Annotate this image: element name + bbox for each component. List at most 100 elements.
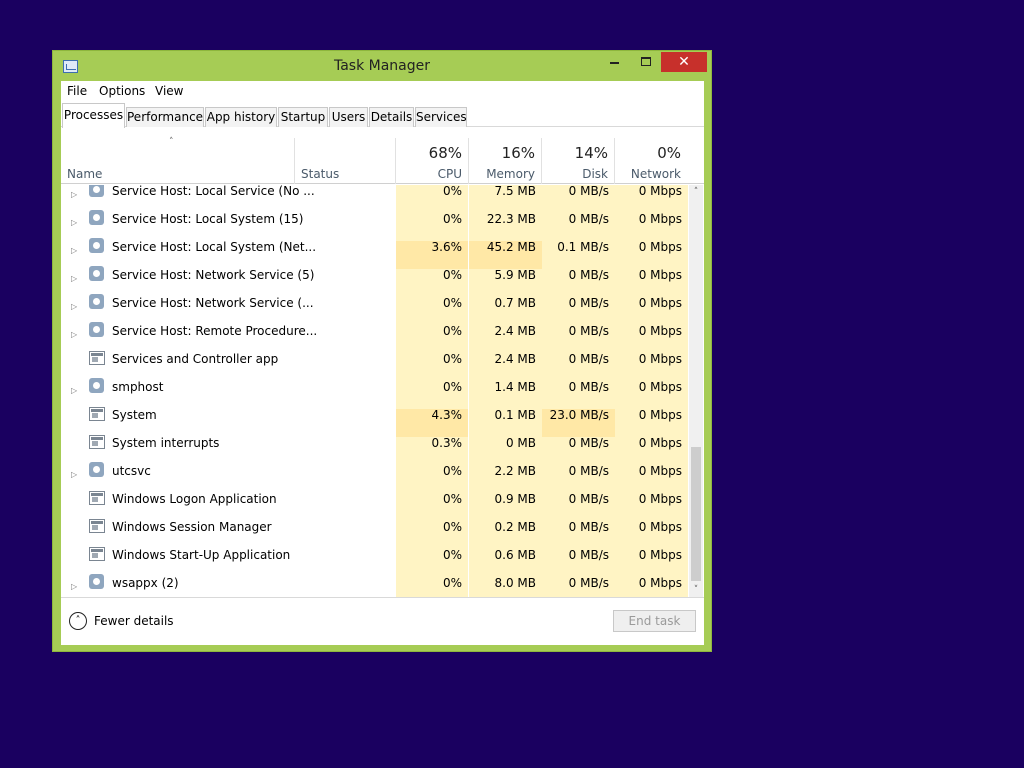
table-row[interactable]: Windows Session Manager 0% 0.2 MB 0 MB/s 0 M…: [61, 519, 688, 549]
process-name: Windows Start-Up Application: [112, 548, 291, 562]
cpu-value: 0%: [442, 548, 462, 562]
cpu-value: 0%: [442, 296, 462, 310]
table-row[interactable]: ▷ Service Host: Local System (Net... 3.6% 4…: [61, 238, 688, 269]
process-name: Service Host: Remote Procedure...: [112, 324, 318, 338]
disk-total[interactable]: 14%: [542, 144, 608, 162]
tab-processes[interactable]: Processes: [62, 103, 125, 128]
disk-value: 0 MB/s: [568, 324, 609, 338]
process-name: Windows Session Manager: [112, 520, 272, 534]
expand-arrow-icon[interactable]: ▷: [71, 385, 77, 397]
memory-cell: 45.2 MB: [469, 241, 542, 269]
table-row[interactable]: System interrupts 0.3% 0 MB 0 MB/s 0 Mbps: [61, 435, 688, 465]
process-name-cell: Windows Logon Application: [61, 491, 395, 521]
table-row[interactable]: ▷ utcsvc 0% 2.2 MB 0 MB/s 0 Mbps: [61, 462, 688, 493]
cpu-value: 0%: [442, 464, 462, 478]
process-name-cell: System: [61, 407, 395, 437]
table-row[interactable]: ▷ wsappx (2) 0% 8.0 MB 0 MB/s 0 Mbps: [61, 574, 688, 597]
expand-arrow-icon[interactable]: ▷: [71, 329, 77, 341]
network-cell: 0 Mbps: [615, 409, 688, 437]
vertical-scrollbar[interactable]: ˄ ˅: [689, 185, 703, 597]
expand-arrow-icon[interactable]: ▷: [71, 301, 77, 313]
expand-arrow-icon[interactable]: ▷: [71, 245, 77, 257]
cpu-cell: 0.3%: [396, 437, 468, 465]
memory-cell: 0.6 MB: [469, 549, 542, 577]
disk-cell: 0 MB/s: [542, 549, 615, 577]
memory-total[interactable]: 16%: [469, 144, 535, 162]
chevron-up-icon[interactable]: ˄: [69, 612, 87, 630]
menu-file[interactable]: File: [67, 84, 87, 98]
title-bar[interactable]: Task Manager ✕: [53, 51, 711, 81]
tab-users[interactable]: Users: [329, 107, 368, 127]
network-total[interactable]: 0%: [615, 144, 681, 162]
gear-icon: [89, 210, 104, 225]
cpu-value: 3.6%: [431, 240, 463, 254]
memory-cell: 2.4 MB: [469, 353, 542, 381]
tab-app-history[interactable]: App history: [205, 107, 277, 127]
process-list: ▷ Service Host: Local Service (No ... 0% 7.…: [61, 185, 688, 597]
menu-view[interactable]: View: [155, 84, 183, 98]
close-button[interactable]: ✕: [661, 52, 707, 72]
memory-value: 7.5 MB: [494, 185, 536, 198]
tab-performance[interactable]: Performance: [126, 107, 204, 127]
column-disk[interactable]: Disk: [542, 167, 608, 181]
network-cell: 0 Mbps: [615, 269, 688, 297]
menu-options[interactable]: Options: [99, 84, 145, 98]
table-row[interactable]: ▷ Service Host: Local Service (No ... 0% 7.…: [61, 185, 688, 213]
network-value: 0 Mbps: [638, 268, 682, 282]
disk-cell: 0 MB/s: [542, 493, 615, 521]
memory-value: 0 MB: [505, 436, 536, 450]
minimize-button[interactable]: [601, 52, 627, 72]
table-row[interactable]: System 4.3% 0.1 MB 23.0 MB/s 0 Mbps: [61, 407, 688, 437]
maximize-button[interactable]: [633, 52, 659, 72]
end-task-button[interactable]: End task: [613, 610, 696, 632]
column-cpu[interactable]: CPU: [396, 167, 462, 181]
column-memory[interactable]: Memory: [469, 167, 535, 181]
tab-details[interactable]: Details: [369, 107, 414, 127]
memory-cell: 0.9 MB: [469, 493, 542, 521]
scroll-thumb[interactable]: [691, 447, 701, 581]
table-row[interactable]: ▷ Service Host: Local System (15) 0% 22.3 M…: [61, 210, 688, 241]
expand-arrow-icon[interactable]: ▷: [71, 581, 77, 593]
disk-value: 0 MB/s: [568, 520, 609, 534]
memory-cell: 0.2 MB: [469, 521, 542, 549]
expand-arrow-icon[interactable]: ▷: [71, 189, 77, 201]
task-manager-window: Task Manager ✕ File Options View Process…: [52, 50, 712, 652]
gear-icon: [89, 266, 104, 281]
process-name: Service Host: Local Service (No ...: [112, 185, 315, 198]
table-row[interactable]: ▷ Service Host: Network Service (... 0% 0.7…: [61, 294, 688, 325]
app-window-icon: [89, 547, 105, 561]
expand-arrow-icon[interactable]: ▷: [71, 217, 77, 229]
expand-arrow-icon[interactable]: ▷: [71, 273, 77, 285]
table-row[interactable]: Services and Controller app 0% 2.4 MB 0 MB/…: [61, 351, 688, 381]
disk-value: 0 MB/s: [568, 492, 609, 506]
table-row[interactable]: ▷ Service Host: Remote Procedure... 0% 2.4 …: [61, 322, 688, 353]
process-name-cell: ▷ Service Host: Network Service (...: [61, 294, 395, 325]
process-name-cell: ▷ Service Host: Local Service (No ...: [61, 185, 395, 213]
process-name: Services and Controller app: [112, 352, 279, 366]
memory-value: 0.9 MB: [494, 492, 536, 506]
fewer-details-link[interactable]: Fewer details: [94, 614, 174, 628]
table-row[interactable]: ▷ smphost 0% 1.4 MB 0 MB/s 0 Mbps: [61, 378, 688, 409]
cpu-value: 0%: [442, 576, 462, 590]
table-row[interactable]: Windows Start-Up Application 0% 0.6 MB 0 MB…: [61, 547, 688, 577]
expand-arrow-icon[interactable]: ▷: [71, 469, 77, 481]
scroll-down-icon[interactable]: ˅: [689, 583, 703, 597]
scroll-up-icon[interactable]: ˄: [689, 185, 703, 199]
table-row[interactable]: ▷ Service Host: Network Service (5) 0% 5.9 …: [61, 266, 688, 297]
tab-services[interactable]: Services: [415, 107, 467, 127]
table-row[interactable]: Windows Logon Application 0% 0.9 MB 0 MB/s 0…: [61, 491, 688, 521]
network-cell: 0 Mbps: [615, 297, 688, 325]
network-value: 0 Mbps: [638, 548, 682, 562]
memory-value: 0.6 MB: [494, 548, 536, 562]
column-status[interactable]: Status: [301, 167, 339, 181]
column-name[interactable]: Name: [67, 167, 102, 181]
disk-value: 0 MB/s: [568, 212, 609, 226]
column-network[interactable]: Network: [615, 167, 681, 181]
cpu-total[interactable]: 68%: [396, 144, 462, 162]
sort-ascending-icon: ˄: [169, 137, 174, 147]
cpu-value: 0%: [442, 268, 462, 282]
process-name-cell: ▷ wsappx (2): [61, 574, 395, 597]
tab-startup[interactable]: Startup: [278, 107, 328, 127]
client-area: File Options View Processes Performance …: [61, 81, 704, 645]
network-value: 0 Mbps: [638, 296, 682, 310]
